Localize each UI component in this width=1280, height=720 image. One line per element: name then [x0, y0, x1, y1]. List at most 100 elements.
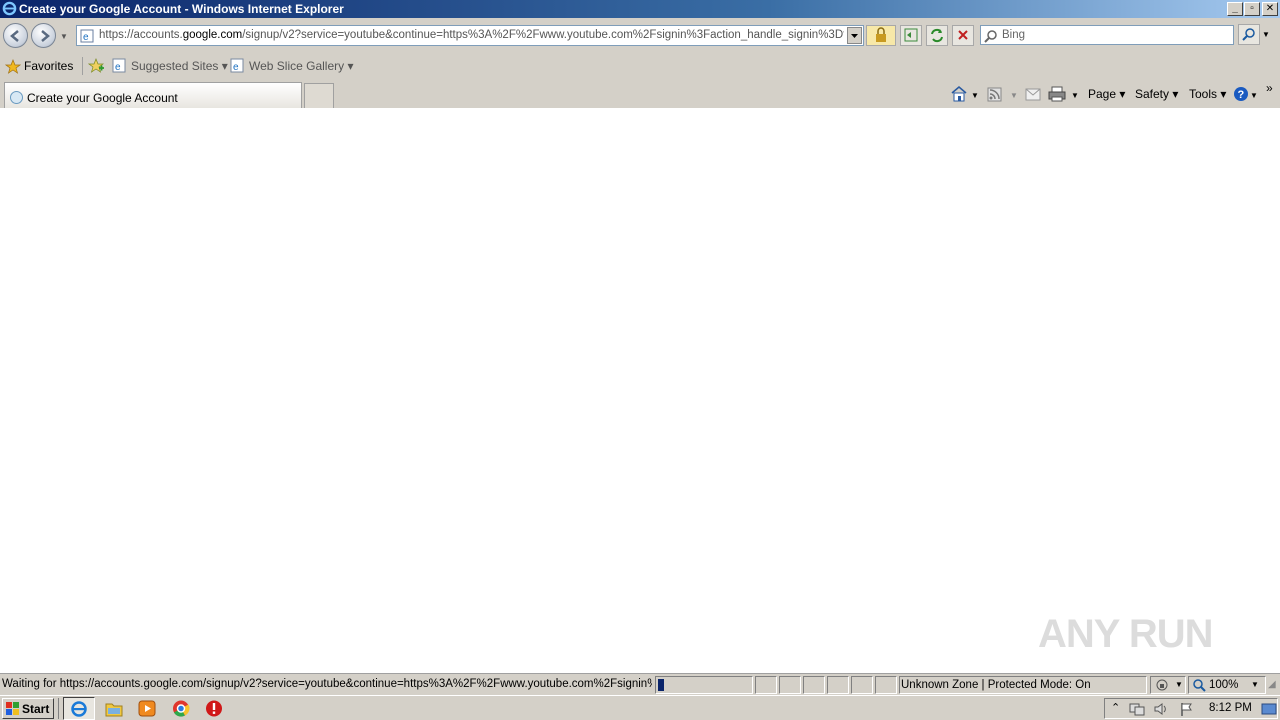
- back-button[interactable]: [3, 23, 28, 48]
- warning-stop-icon[interactable]: [204, 699, 224, 718]
- start-button[interactable]: Start: [2, 698, 54, 719]
- volume-icon[interactable]: [1153, 701, 1169, 717]
- favorites-star-icon: [5, 59, 21, 74]
- home-icon[interactable]: [950, 85, 968, 102]
- favorites-button[interactable]: Favorites: [24, 59, 73, 73]
- read-mail-icon[interactable]: [1025, 88, 1041, 101]
- ie-page-icon: e: [112, 58, 126, 73]
- feeds-icon[interactable]: [987, 87, 1002, 102]
- refresh-icon: [931, 28, 943, 43]
- internet-explorer-icon: [71, 701, 87, 717]
- taskbar-ie-button[interactable]: [63, 697, 95, 720]
- anyrun-watermark: ANY RUN: [1038, 612, 1214, 656]
- print-dropdown[interactable]: ▼: [1071, 91, 1079, 100]
- svg-text:?: ?: [1238, 89, 1245, 101]
- taskbar: Start ⌃ 8:12 PM: [0, 695, 1280, 720]
- zone-text: Unknown Zone | Protected Mode: On: [901, 679, 1091, 691]
- protected-mode-icon: [1156, 679, 1168, 691]
- svg-text:e: e: [115, 62, 121, 73]
- separator: [82, 57, 83, 75]
- suggested-sites-button[interactable]: Suggested Sites ▾: [131, 59, 228, 73]
- zoom-button[interactable]: 100% ▼: [1188, 676, 1266, 694]
- start-label: Start: [22, 702, 50, 716]
- compatibility-icon: [904, 28, 918, 42]
- search-go-icon: [1242, 28, 1255, 41]
- compatibility-view-button[interactable]: [900, 25, 922, 46]
- page-icon: e: [80, 29, 94, 43]
- title-bar: Create your Google Account - Windows Int…: [0, 0, 1280, 18]
- minimize-button[interactable]: _: [1227, 2, 1243, 16]
- windows-logo-icon: [6, 702, 19, 715]
- chrome-icon[interactable]: [171, 699, 191, 718]
- network-icon[interactable]: [1129, 701, 1145, 717]
- recent-pages-dropdown[interactable]: ▼: [60, 32, 68, 41]
- tools-menu[interactable]: Tools ▾: [1189, 87, 1226, 101]
- help-icon[interactable]: ?: [1233, 86, 1249, 102]
- progress-bar: [655, 676, 753, 694]
- separator: [58, 698, 59, 719]
- navigation-bar: ▼ e https://accounts.google.com/signup/v…: [0, 18, 1280, 52]
- tab-row: Create your Google Account ▼ ▼ ▼ Page ▾ …: [0, 80, 1280, 108]
- stop-button[interactable]: [952, 25, 974, 46]
- ie-page-icon: e: [230, 58, 244, 73]
- status-pane: [803, 676, 825, 694]
- zoom-icon: [1193, 679, 1206, 692]
- home-dropdown[interactable]: ▼: [971, 91, 979, 100]
- svg-text:e: e: [233, 62, 239, 73]
- search-box[interactable]: Bing: [980, 25, 1234, 45]
- forward-button[interactable]: [31, 23, 56, 48]
- status-pane: [755, 676, 777, 694]
- status-pane: [851, 676, 873, 694]
- favorites-bar: Favorites e Suggested Sites ▾ e Web Slic…: [0, 52, 1280, 80]
- zoom-level: 100%: [1209, 679, 1239, 691]
- zoom-dropdown-arrow: ▼: [1251, 680, 1259, 689]
- back-arrow-icon: [10, 30, 19, 42]
- restore-button[interactable]: ▫: [1244, 2, 1260, 16]
- status-pane: [827, 676, 849, 694]
- ie-logo-icon: [2, 1, 17, 16]
- security-lock-button[interactable]: [866, 25, 896, 46]
- web-slice-gallery-button[interactable]: Web Slice Gallery ▾: [249, 59, 354, 73]
- address-dropdown-button[interactable]: [847, 27, 862, 44]
- show-desktop-icon[interactable]: [1261, 701, 1277, 717]
- status-pane: [779, 676, 801, 694]
- safety-menu[interactable]: Safety ▾: [1135, 87, 1178, 101]
- media-player-icon[interactable]: [137, 699, 157, 718]
- search-options-dropdown[interactable]: ▼: [1262, 30, 1270, 39]
- window-title: Create your Google Account - Windows Int…: [19, 2, 344, 16]
- search-go-button[interactable]: [1238, 24, 1260, 45]
- help-dropdown[interactable]: ▼: [1250, 91, 1258, 100]
- svg-text:e: e: [83, 32, 89, 43]
- protected-mode-button[interactable]: ▼: [1150, 676, 1186, 694]
- search-placeholder: Bing: [1002, 29, 1026, 41]
- feeds-dropdown[interactable]: ▼: [1010, 91, 1018, 100]
- tab-create-google-account[interactable]: Create your Google Account: [4, 82, 302, 108]
- system-tray: ⌃ 8:12 PM: [1104, 698, 1278, 719]
- add-to-favorites-icon[interactable]: [88, 58, 105, 74]
- search-icon: [984, 30, 997, 43]
- close-window-button[interactable]: ✕: [1262, 2, 1278, 16]
- address-bar[interactable]: e https://accounts.google.com/signup/v2?…: [76, 25, 864, 46]
- page-content-area[interactable]: [0, 108, 1280, 673]
- refresh-button[interactable]: [926, 25, 948, 46]
- page-menu[interactable]: Page ▾: [1088, 87, 1125, 101]
- forward-arrow-icon: [41, 30, 50, 42]
- new-tab-button[interactable]: [304, 83, 334, 108]
- security-zone-pane[interactable]: Unknown Zone | Protected Mode: On: [899, 676, 1147, 694]
- show-hidden-icons-icon[interactable]: ⌃: [1111, 701, 1120, 714]
- stop-x-icon: [958, 30, 968, 40]
- lock-icon: [876, 27, 886, 42]
- status-pane: [875, 676, 897, 694]
- resize-grip-icon[interactable]: ◢: [1268, 679, 1276, 690]
- loading-icon: [10, 91, 23, 104]
- status-bar: Waiting for https://accounts.google.com/…: [0, 673, 1280, 695]
- clock[interactable]: 8:12 PM: [1209, 702, 1252, 714]
- chevron-down-icon: [851, 34, 858, 38]
- progress-fill: [658, 679, 664, 691]
- action-center-flag-icon[interactable]: [1179, 701, 1195, 717]
- chevron-more-icon[interactable]: »: [1266, 81, 1273, 95]
- address-url[interactable]: https://accounts.google.com/signup/v2?se…: [99, 29, 844, 41]
- folder-icon[interactable]: [104, 699, 124, 718]
- print-icon[interactable]: [1048, 86, 1066, 102]
- status-message: Waiting for https://accounts.google.com/…: [2, 678, 652, 690]
